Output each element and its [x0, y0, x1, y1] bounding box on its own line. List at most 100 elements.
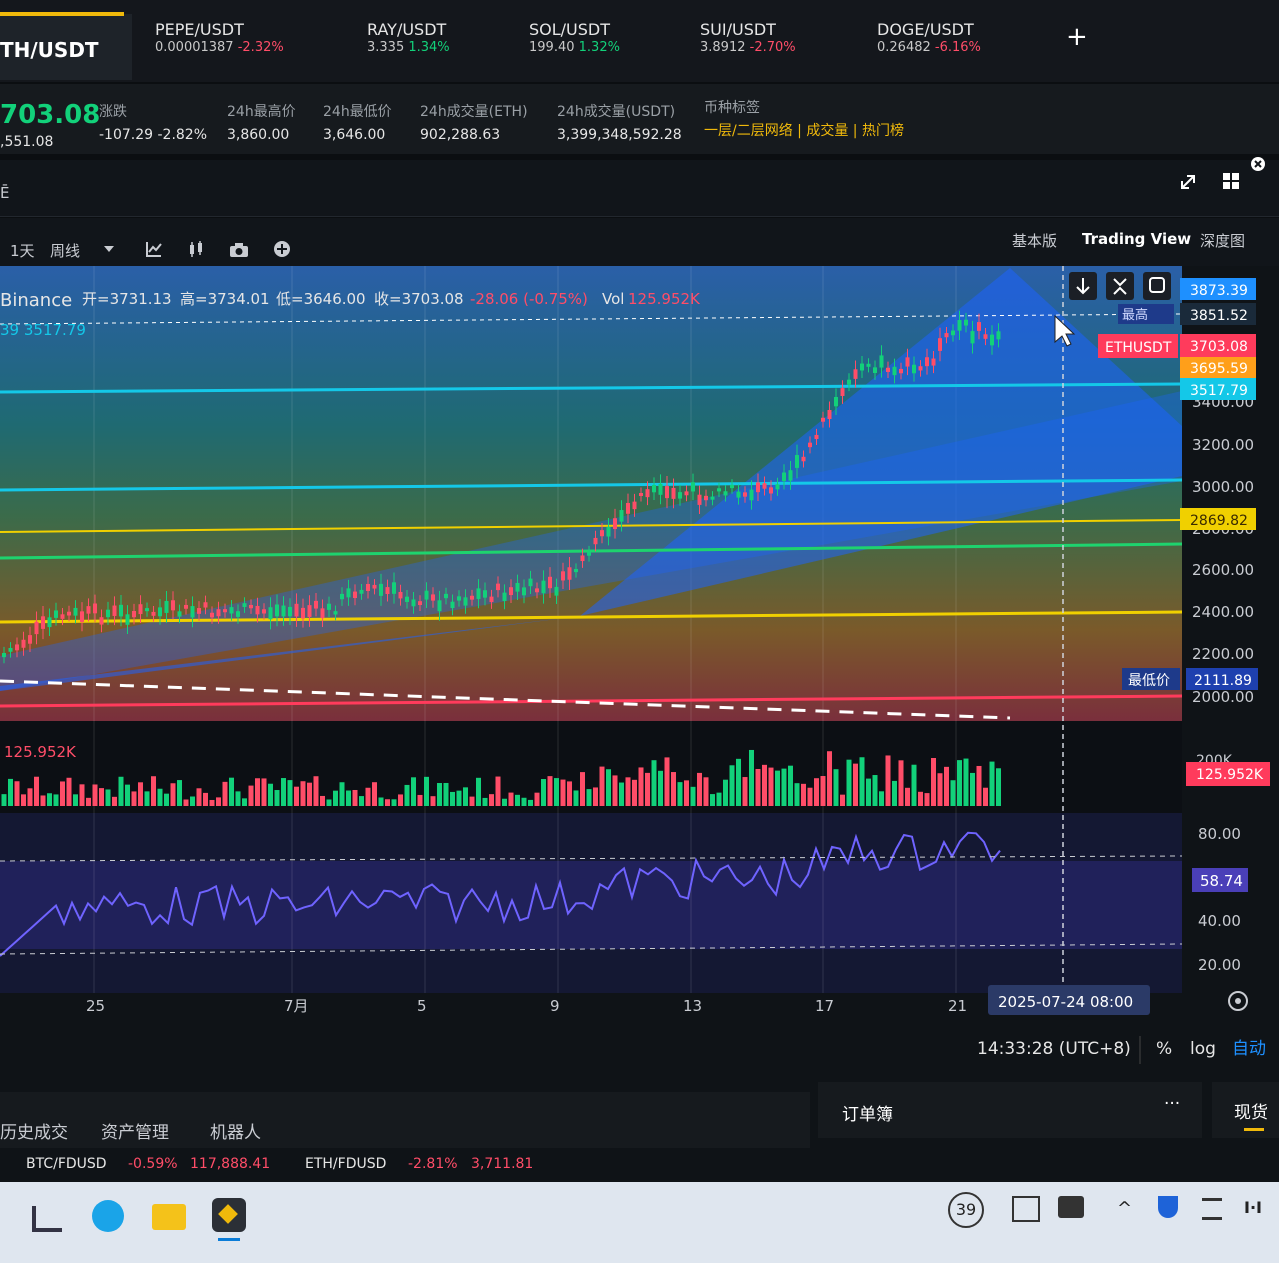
volume-bar [177, 780, 182, 806]
volume-bar [424, 776, 429, 806]
candle-body [918, 366, 923, 371]
add-tab-button[interactable]: + [1066, 22, 1088, 52]
candle-body [216, 609, 221, 617]
candle-body [80, 611, 84, 622]
candle-type-icon[interactable] [187, 240, 205, 258]
interval-weekly[interactable]: 周线 [50, 240, 80, 261]
view-basic[interactable]: 基本版 [1012, 230, 1057, 251]
candle-body [366, 583, 370, 592]
volume-bar [118, 776, 124, 806]
ticker2-pair[interactable]: ETH/FDUSD [305, 1156, 386, 1172]
tab-trade-history[interactable]: 历史成交 [0, 1118, 68, 1143]
reset-button[interactable] [1143, 272, 1171, 300]
crosshair-date: 2025-07-24 08:00 [998, 993, 1133, 1011]
tab-doge-usdt[interactable]: DOGE/USDT 0.26482 -6.16% [877, 20, 981, 56]
volume-bar [131, 791, 137, 806]
candle-body [827, 410, 832, 420]
view-tradingview[interactable]: Trading View [1082, 230, 1191, 248]
tab-bots[interactable]: 机器人 [210, 1118, 261, 1143]
tab-sui-usdt[interactable]: SUI/USDT 3.8912 -2.70% [700, 20, 796, 56]
network-icon[interactable] [1202, 1198, 1222, 1220]
scroll-down-button[interactable] [1069, 272, 1097, 300]
candle-body [372, 584, 377, 589]
camera-icon[interactable] [229, 242, 249, 258]
add-indicator-icon[interactable] [273, 240, 291, 258]
candle-body [665, 486, 669, 499]
tab-sol-usdt[interactable]: SOL/USDT 199.40 1.32% [529, 20, 620, 56]
collapse-button[interactable] [1106, 272, 1134, 300]
volume-bar [762, 764, 767, 806]
chevron-down-icon[interactable] [103, 244, 115, 254]
tray-expand-icon[interactable]: ^ [1117, 1198, 1132, 1219]
log-toggle[interactable]: log [1190, 1039, 1216, 1059]
spot-tab[interactable]: 现货 [1212, 1082, 1279, 1138]
volume-bar [814, 778, 819, 806]
candle-body [223, 609, 227, 613]
candle-body [652, 485, 656, 493]
volume-bar [580, 772, 585, 806]
tag-links[interactable]: 一层/二层网络 | 成交量 | 热门榜 [704, 120, 904, 142]
price-chart[interactable]: Binance 开=3731.13 高=3734.01 低=3646.00 收=… [0, 266, 1279, 1086]
fullscreen-icon[interactable] [1178, 172, 1198, 192]
volume-bar [326, 799, 332, 806]
candle-body [645, 489, 650, 498]
layout-grid-icon[interactable] [1222, 172, 1240, 190]
more-button[interactable]: ··· [1164, 1094, 1180, 1114]
candle-body [158, 607, 162, 617]
volume-bar [736, 758, 741, 806]
edge-browser-icon[interactable] [92, 1200, 124, 1232]
percent-toggle[interactable]: % [1156, 1039, 1172, 1059]
folder-icon[interactable] [152, 1204, 186, 1230]
tab-eth-usdt-label: TH/USDT [0, 38, 99, 62]
candle-body [353, 591, 357, 599]
candle-body [762, 483, 767, 489]
binance-app-icon[interactable] [212, 1198, 246, 1232]
notification-badge[interactable]: 39 [948, 1192, 984, 1228]
candle-body [957, 320, 962, 331]
binance-logo [218, 1204, 238, 1224]
candle-body [931, 358, 936, 366]
ticker1-pair[interactable]: BTC/FDUSD [26, 1156, 107, 1172]
running-indicator [218, 1238, 240, 1241]
auto-toggle[interactable]: 自动 [1232, 1039, 1266, 1059]
orderbook-title[interactable]: 订单簿 [842, 1100, 893, 1125]
volume-bar [469, 796, 475, 806]
tab-ray-usdt[interactable]: RAY/USDT 3.335 1.34% [367, 20, 450, 56]
candle-body [314, 600, 318, 609]
volume-bar [8, 778, 13, 806]
date-tick: 25 [86, 997, 105, 1015]
file-explorer-icon[interactable] [32, 1206, 62, 1232]
tab-assets[interactable]: 资产管理 [101, 1118, 169, 1143]
volume-bar [86, 797, 91, 806]
screen-capture-icon[interactable] [1012, 1196, 1040, 1222]
tab-eth-usdt[interactable]: TH/USDT [0, 12, 132, 80]
candle-body [502, 592, 507, 602]
view-depth[interactable]: 深度图 [1200, 230, 1245, 251]
interval-1d[interactable]: 1天 [10, 240, 35, 261]
volume-bar [255, 778, 260, 806]
volume-bar [417, 794, 423, 806]
candle-body [119, 604, 123, 617]
input-method-icon[interactable]: Ⅰ·Ⅰ [1244, 1198, 1262, 1217]
tab-pepe-usdt[interactable]: PEPE/USDT 0.00001387 -2.32% [155, 20, 284, 56]
tab-pair: RAY/USDT [367, 20, 447, 39]
candle-body [301, 607, 305, 619]
volume-bar [996, 768, 1001, 806]
high-tag: 最高 [1122, 307, 1148, 323]
candle-body [522, 587, 526, 596]
candle-body [359, 589, 364, 594]
candle-body [470, 595, 474, 600]
volume-bar [638, 767, 644, 806]
indicator-icon[interactable] [145, 240, 163, 258]
volume-bar [112, 796, 117, 806]
shield-icon[interactable] [1158, 1196, 1178, 1218]
volume-bar [632, 779, 637, 806]
volume-bar [99, 788, 104, 806]
pair-tabs-bar: TH/USDT PEPE/USDT 0.00001387 -2.32% RAY/… [0, 0, 1279, 82]
camera-app-icon[interactable] [1058, 1196, 1084, 1218]
candle-body [944, 333, 949, 338]
close-icon[interactable] [1250, 156, 1266, 172]
volume-bar [398, 794, 403, 806]
ohlc-close: 收=3703.08 [374, 290, 464, 308]
axis-label-top1: 3873.39 [1190, 283, 1248, 299]
